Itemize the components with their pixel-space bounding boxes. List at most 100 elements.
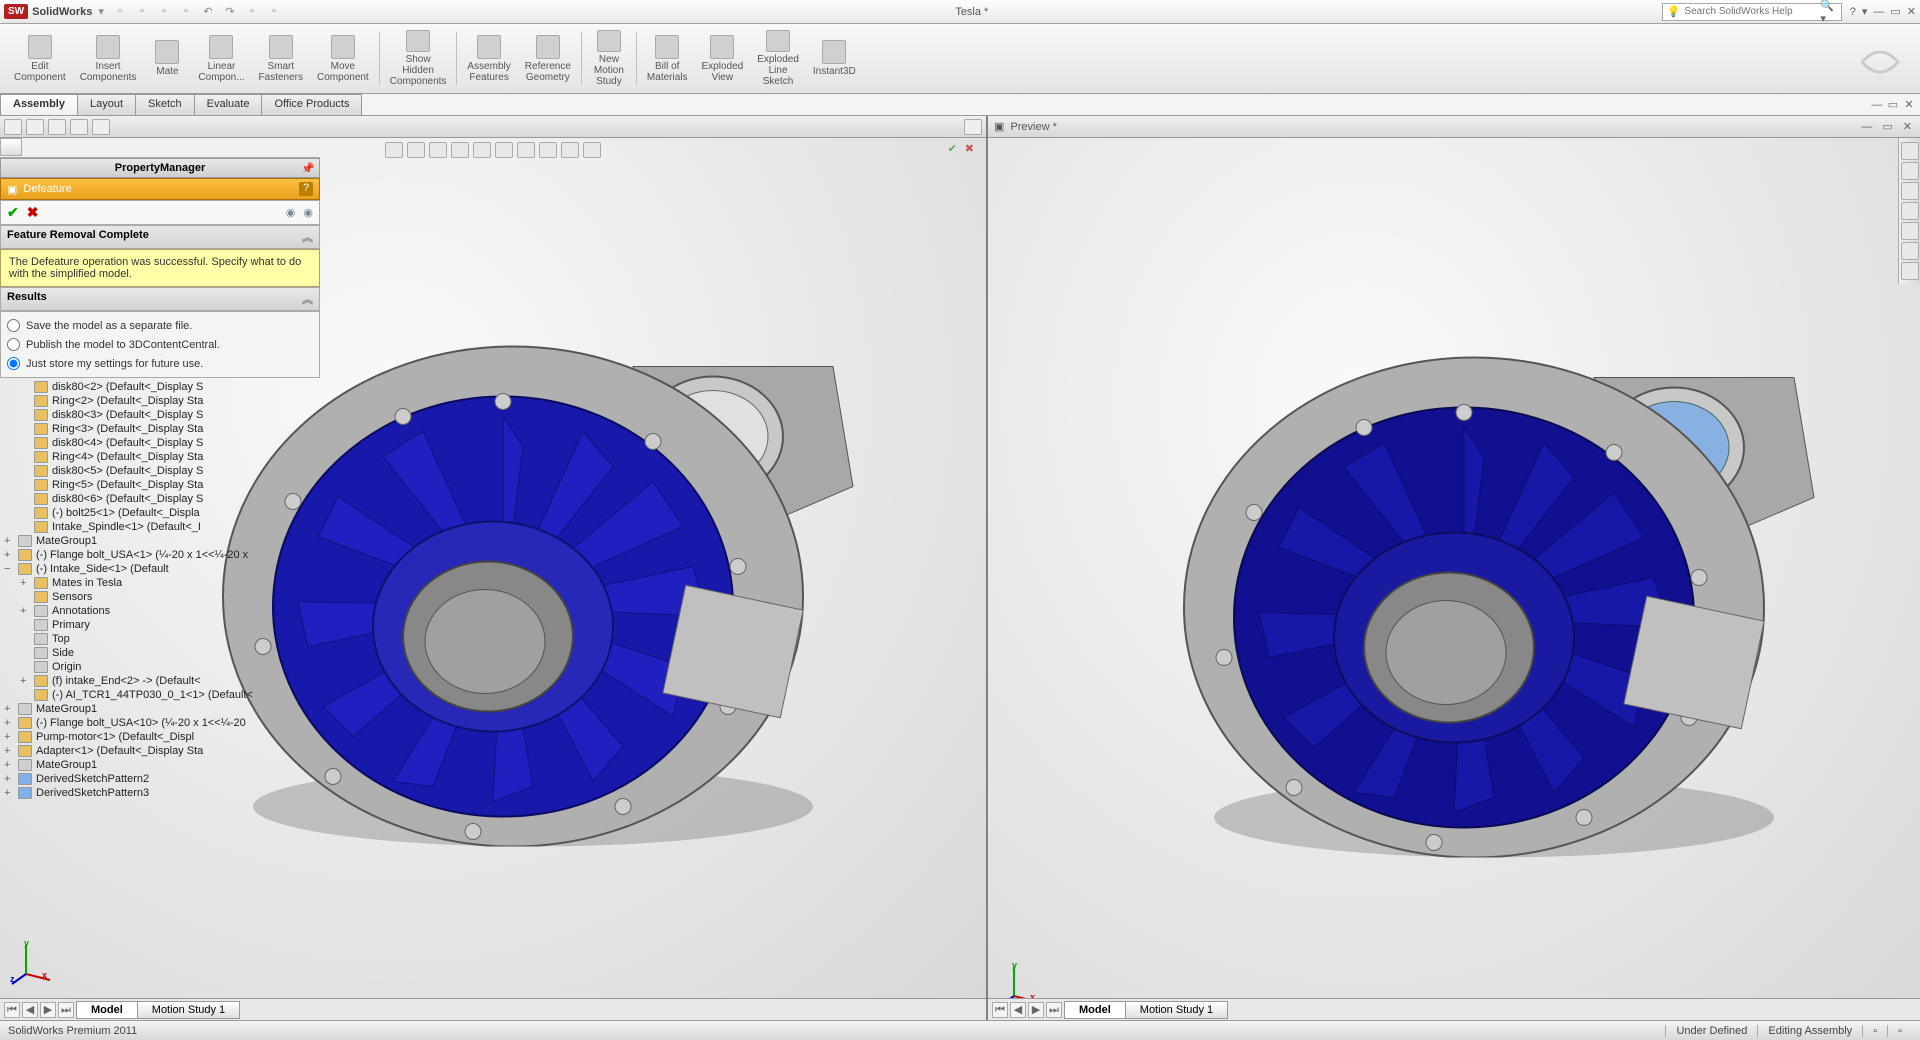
taskpane-explorer-icon[interactable] xyxy=(1901,182,1919,200)
r-doc-tab-model[interactable]: Model xyxy=(1064,1001,1126,1019)
pm-help-icon[interactable]: ? xyxy=(299,182,313,196)
new-motion-study-button[interactable]: NewMotionStudy xyxy=(586,28,632,89)
view-orientation-icon[interactable] xyxy=(473,142,491,158)
tree-item[interactable]: +(-) Flange bolt_USA<10> (¼-20 x 1<<¼-20 xyxy=(4,716,320,730)
redo-icon[interactable]: ↷ xyxy=(222,5,238,18)
tree-item[interactable]: +MateGroup1 xyxy=(4,758,320,772)
status-unit-icon[interactable]: ▫ xyxy=(1862,1025,1887,1037)
tree-item[interactable]: Primary xyxy=(4,618,320,632)
doc-tab-motion-study[interactable]: Motion Study 1 xyxy=(137,1001,240,1019)
search-input[interactable] xyxy=(1684,6,1816,17)
tree-item[interactable]: Ring<3> (Default<_Display Sta xyxy=(4,422,320,436)
taskpane-resources-icon[interactable] xyxy=(1901,142,1919,160)
taskpane-custom-props-icon[interactable] xyxy=(1901,242,1919,260)
tab-nav-prev-icon[interactable]: ◀ xyxy=(22,1002,38,1018)
fm-expand-icon[interactable] xyxy=(964,119,982,135)
tree-item[interactable]: +DerivedSketchPattern2 xyxy=(4,772,320,786)
display-style-icon[interactable] xyxy=(495,142,513,158)
preview-close-icon[interactable]: ✕ xyxy=(1901,120,1914,133)
zoom-area-icon[interactable] xyxy=(407,142,425,158)
tree-item[interactable]: disk80<6> (Default<_Display S xyxy=(4,492,320,506)
tree-item[interactable]: +MateGroup1 xyxy=(4,702,320,716)
fm-tab-5[interactable] xyxy=(92,119,110,135)
r-tab-nav-last-icon[interactable]: ⏭ xyxy=(1046,1002,1062,1018)
save-icon[interactable]: ▫ xyxy=(156,5,172,18)
exploded-line-sketch-button[interactable]: ExplodedLineSketch xyxy=(751,28,805,89)
tree-item[interactable]: disk80<3> (Default<_Display S xyxy=(4,408,320,422)
bill-of-materials-button[interactable]: Bill ofMaterials xyxy=(641,28,694,89)
doc-restore-icon[interactable]: ▭ xyxy=(1886,98,1900,111)
prev-view-icon[interactable] xyxy=(429,142,447,158)
tab-nav-first-icon[interactable]: ⏮ xyxy=(4,1002,20,1018)
open-icon[interactable]: ▫ xyxy=(134,5,150,18)
opt-store-settings[interactable]: Just store my settings for future use. xyxy=(7,354,313,373)
pin-icon[interactable]: 📌 xyxy=(301,162,315,175)
tree-item[interactable]: +Pump-motor<1> (Default<_Displ xyxy=(4,730,320,744)
view-settings-icon[interactable] xyxy=(583,142,601,158)
preview-minimize-icon[interactable]: — xyxy=(1859,121,1874,133)
r-doc-tab-motion-study[interactable]: Motion Study 1 xyxy=(1125,1001,1228,1019)
smart-fasteners-button[interactable]: SmartFasteners xyxy=(253,28,309,89)
move-component-button[interactable]: MoveComponent xyxy=(311,28,375,89)
tab-evaluate[interactable]: Evaluate xyxy=(194,94,263,115)
show-hidden-button[interactable]: ShowHiddenComponents xyxy=(384,28,453,89)
tree-item[interactable]: +DerivedSketchPattern3 xyxy=(4,786,320,800)
preview-restore-icon[interactable]: ▭ xyxy=(1880,120,1894,133)
doc-minimize-icon[interactable]: — xyxy=(1870,99,1884,111)
confirm-ok-icon[interactable]: ✔ xyxy=(948,142,957,155)
tree-item[interactable]: disk80<2> (Default<_Display S xyxy=(4,380,320,394)
zoom-fit-icon[interactable] xyxy=(385,142,403,158)
filter-icon[interactable] xyxy=(0,138,22,156)
reference-geometry-button[interactable]: ReferenceGeometry xyxy=(519,28,577,89)
help-dropdown-icon[interactable]: ▾ xyxy=(1862,5,1868,18)
fm-tab-4[interactable] xyxy=(70,119,88,135)
tree-item[interactable]: +Mates in Tesla xyxy=(4,576,320,590)
maximize-icon[interactable]: ▭ xyxy=(1890,5,1900,18)
tree-item[interactable]: +Adapter<1> (Default<_Display Sta xyxy=(4,744,320,758)
tree-item[interactable]: disk80<4> (Default<_Display S xyxy=(4,436,320,450)
tree-item[interactable]: (-) bolt25<1> (Default<_Displa xyxy=(4,506,320,520)
tree-item[interactable]: +MateGroup1 xyxy=(4,534,320,548)
rebuild-icon[interactable]: ▫ xyxy=(244,5,260,18)
minimize-icon[interactable]: — xyxy=(1873,6,1884,18)
pm-ok-icon[interactable]: ✔ xyxy=(7,204,19,221)
tree-item[interactable]: +(-) Flange bolt_USA<1> (¼-20 x 1<<¼-20 … xyxy=(4,548,320,562)
tab-layout[interactable]: Layout xyxy=(77,94,136,115)
print-icon[interactable]: ▫ xyxy=(178,5,194,18)
insert-components-button[interactable]: InsertComponents xyxy=(74,28,143,89)
tree-item[interactable]: +Annotations xyxy=(4,604,320,618)
tab-assembly[interactable]: Assembly xyxy=(0,94,78,115)
apply-scene-icon[interactable] xyxy=(561,142,579,158)
tree-item[interactable]: Top xyxy=(4,632,320,646)
assembly-features-button[interactable]: AssemblyFeatures xyxy=(461,28,516,89)
tree-item[interactable]: Origin xyxy=(4,660,320,674)
new-icon[interactable]: ▫ xyxy=(112,5,128,18)
confirm-cancel-icon[interactable]: ✖ xyxy=(965,142,974,155)
search-icon[interactable]: 🔍▾ xyxy=(1820,0,1836,25)
tree-item[interactable]: Intake_Spindle<1> (Default<_I xyxy=(4,520,320,534)
close-icon[interactable]: ✕ xyxy=(1907,5,1916,18)
hide-show-icon[interactable] xyxy=(517,142,535,158)
pm-cancel-icon[interactable]: ✖ xyxy=(27,204,39,221)
tree-item[interactable]: Ring<5> (Default<_Display Sta xyxy=(4,478,320,492)
doc-tab-model[interactable]: Model xyxy=(76,1001,138,1019)
taskpane-appearances-icon[interactable] xyxy=(1901,222,1919,240)
edit-component-button[interactable]: EditComponent xyxy=(8,28,72,89)
tree-item[interactable]: Sensors xyxy=(4,590,320,604)
taskpane-forum-icon[interactable] xyxy=(1901,262,1919,280)
tree-item[interactable]: −(-) Intake_Side<1> (Default xyxy=(4,562,320,576)
pm-next-icon[interactable]: ◉ xyxy=(303,206,313,219)
pm-back-icon[interactable]: ◉ xyxy=(286,206,296,219)
r-tab-nav-next-icon[interactable]: ▶ xyxy=(1028,1002,1044,1018)
options-icon[interactable]: ▫ xyxy=(266,5,282,18)
qat-dropdown-icon[interactable]: ▾ xyxy=(98,5,104,18)
mate-button[interactable]: Mate xyxy=(144,28,190,89)
tree-item[interactable]: +(f) intake_End<2> -> (Default< xyxy=(4,674,320,688)
preview-viewport[interactable]: xyz xyxy=(988,138,1920,1020)
pm-section-feature-removal[interactable]: Feature Removal Complete︽ xyxy=(0,225,320,249)
taskpane-view-palette-icon[interactable] xyxy=(1901,202,1919,220)
doc-close-icon[interactable]: ✕ xyxy=(1902,98,1916,111)
help-search[interactable]: 💡 🔍▾ xyxy=(1662,3,1842,21)
linear-component-button[interactable]: LinearCompon... xyxy=(192,28,250,89)
exploded-view-button[interactable]: ExplodedView xyxy=(696,28,750,89)
